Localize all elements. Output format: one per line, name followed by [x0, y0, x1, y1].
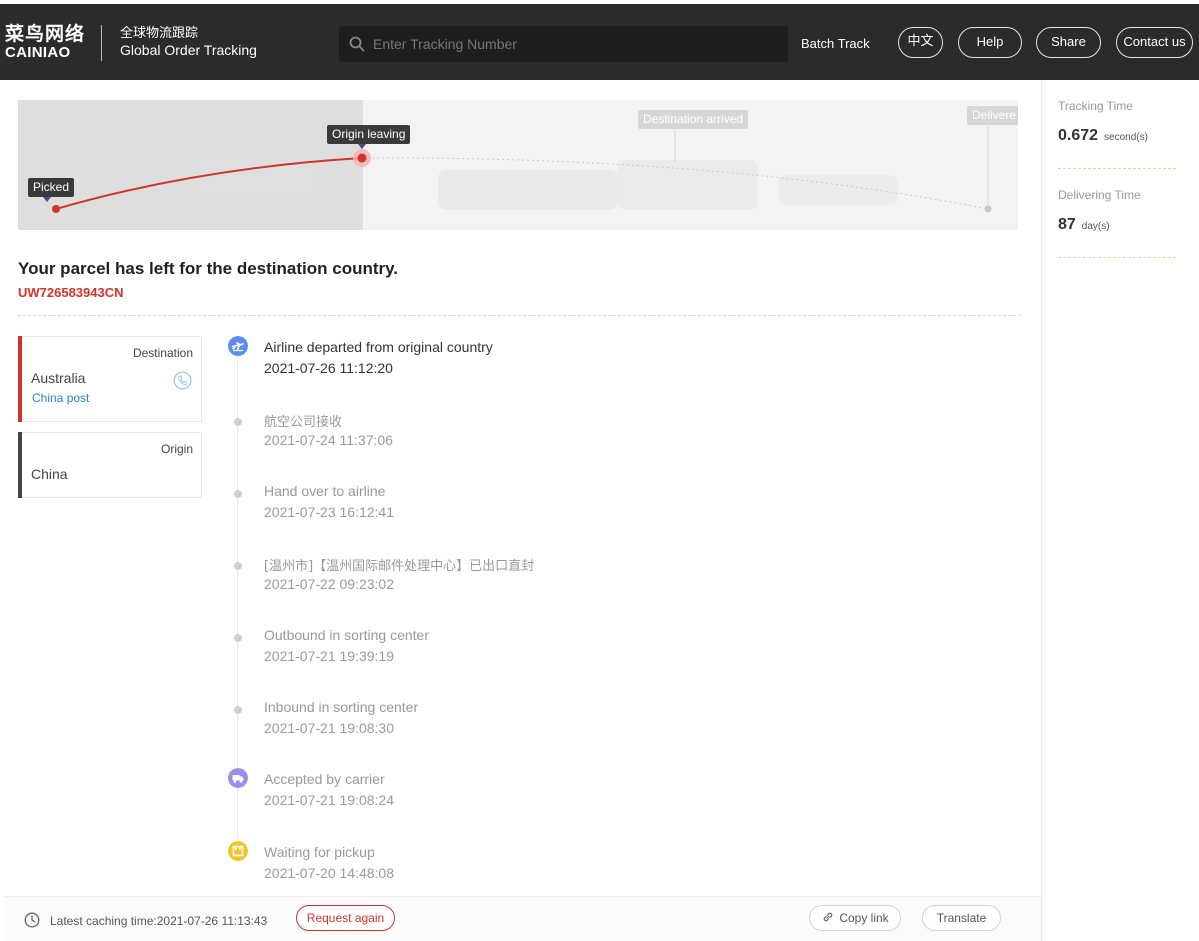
subtitle-chinese: 全球物流跟踪 [120, 26, 199, 41]
picked-pointer [43, 197, 51, 202]
help-button[interactable]: Help [958, 27, 1022, 58]
event-title: Accepted by carrier [264, 771, 385, 787]
progress-map: Picked Origin leaving Destination arrive… [18, 100, 1018, 230]
delivering-time-value: 87 day(s) [1058, 216, 1110, 234]
stage-delivered: Delivere [967, 106, 1018, 125]
truck-icon [228, 768, 248, 788]
timeline-dot [234, 634, 242, 642]
timeline-dot [234, 418, 242, 426]
progress-route [43, 126, 992, 213]
event-title: Airline departed from original country [264, 339, 493, 355]
stage-origin-leaving: Origin leaving [327, 125, 411, 144]
timeline-dot [234, 562, 242, 570]
event-title: 航空公司接收 [264, 415, 343, 430]
subtitle-english: Global Order Tracking [120, 42, 257, 58]
phone-icon[interactable] [173, 371, 192, 390]
delivering-time-number: 87 [1058, 216, 1076, 233]
origin-accent-bar [18, 432, 22, 498]
delivering-time-label: Delivering Time [1058, 188, 1141, 202]
timeline-dot [234, 706, 242, 714]
timeline-dot [234, 490, 242, 498]
stats-panel: Tracking Time 0.672 second(s) Delivering … [1041, 80, 1199, 941]
event-time: 2021-07-23 16:12:41 [264, 504, 394, 520]
destination-accent-bar [18, 336, 22, 422]
stats-divider [1058, 168, 1176, 169]
copy-link-label: Copy link [839, 911, 889, 925]
search-box [339, 26, 788, 62]
event-title: Outbound in sorting center [264, 627, 429, 643]
origin-card: Origin China [18, 432, 202, 498]
airplane-icon [228, 336, 248, 356]
picked-dot [52, 205, 60, 213]
share-button[interactable]: Share [1036, 27, 1101, 58]
package-icon [228, 841, 248, 861]
stats-divider [1058, 257, 1176, 258]
delivered-dot [984, 205, 992, 213]
origin-leaving-dot [357, 153, 367, 163]
clock-icon [24, 912, 40, 928]
search-icon[interactable] [349, 36, 365, 52]
latest-caching-time: Latest caching time:2021-07-26 11:13:43 [50, 914, 268, 928]
stage-destination-arrived: Destination arrived [638, 110, 749, 129]
tracking-number: UW726583943CN [18, 285, 124, 300]
copy-link-button[interactable]: Copy link [809, 905, 901, 931]
batch-track-link[interactable]: Batch Track [801, 36, 870, 51]
delivering-time-unit: day(s) [1081, 221, 1110, 232]
site-subtitle: 全球物流跟踪 Global Order Tracking [120, 25, 257, 59]
tracking-time-number: 0.672 [1058, 127, 1099, 144]
origin-label: Origin [160, 442, 193, 456]
destination-label: Destination [132, 346, 193, 360]
event-time: 2021-07-24 11:37:06 [264, 432, 393, 448]
event-time: 2021-07-26 11:12:20 [264, 360, 393, 376]
origin-pointer [358, 144, 366, 149]
event-time: 2021-07-20 14:48:08 [264, 865, 394, 881]
event-time: 2021-07-21 19:39:19 [264, 648, 394, 664]
event-time: 2021-07-21 19:08:30 [264, 720, 394, 736]
logo-chinese: 菜鸟网络 [5, 23, 86, 45]
tracking-number-input[interactable] [373, 26, 778, 62]
origin-country: China [31, 466, 68, 482]
logo-divider [101, 25, 102, 61]
top-header: 菜鸟网络 CAINIAO 全球物流跟踪 Global Order Trackin… [0, 4, 1199, 80]
translate-button[interactable]: Translate [922, 905, 1001, 931]
event-time: 2021-07-22 09:23:02 [264, 576, 394, 592]
event-title: Waiting for pickup [264, 844, 375, 860]
event-time: 2021-07-21 19:08:24 [264, 792, 394, 808]
event-title: Inbound in sorting center [264, 699, 419, 715]
tracking-time-label: Tracking Time [1058, 99, 1133, 113]
destination-country: Australia [31, 370, 86, 386]
tracking-time-value: 0.672 second(s) [1058, 127, 1148, 145]
language-button[interactable]: 中文 [898, 27, 943, 58]
link-icon [823, 912, 833, 922]
cainiao-logo[interactable]: 菜鸟网络 CAINIAO [5, 24, 85, 61]
status-heading: Your parcel has left for the destination… [18, 259, 399, 278]
stage-picked: Picked [28, 178, 75, 197]
event-title: Hand over to airline [264, 483, 386, 499]
footer-bar: Latest caching time:2021-07-26 11:13:43 … [4, 896, 1041, 941]
destination-card: Destination Australia China post [18, 336, 202, 422]
request-again-button[interactable]: Request again [296, 905, 395, 931]
section-divider [18, 315, 1021, 316]
destination-carrier-link[interactable]: China post [32, 391, 89, 405]
tracking-time-unit: second(s) [1104, 132, 1148, 143]
event-title: [温州市]【温州国际邮件处理中心】已出口直封 [264, 559, 535, 574]
contact-us-button[interactable]: Contact us [1116, 27, 1193, 58]
logo-english: CAINIAO [5, 44, 71, 61]
